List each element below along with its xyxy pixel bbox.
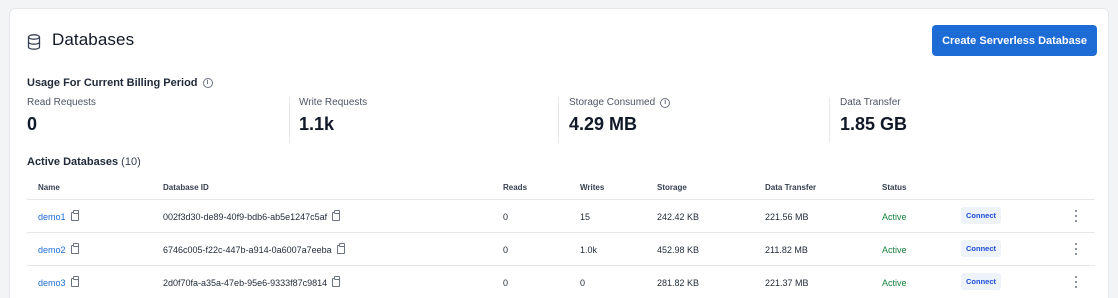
metric-value: 4.29 MB [569, 114, 638, 134]
active-databases-count: (10) [121, 156, 141, 168]
copy-icon[interactable] [70, 210, 79, 221]
page-title: Databases [52, 30, 135, 49]
status-badge: Active [882, 245, 907, 255]
storage-cell: 281.82 KB [657, 278, 700, 288]
storage-cell: 242.42 KB [657, 212, 700, 222]
metric-value: 1.1k [299, 114, 335, 134]
metric-storage-consumed: Storage Consumed i 4.29 MB [569, 97, 819, 143]
writes-cell: 1.0k [580, 245, 598, 255]
storage-cell: 452.98 KB [657, 245, 700, 255]
column-header-writes[interactable]: Writes [580, 183, 604, 192]
metric-label: Write Requests [299, 97, 368, 108]
data-transfer-cell: 221.56 MB [765, 212, 809, 222]
connect-button[interactable]: Connect [961, 207, 1001, 224]
table-row: demo3 2d0f70fa-a35a-47eb-95e6-9333f87c98… [27, 266, 1095, 298]
usage-section-title: Usage For Current Billing Period i [27, 77, 213, 89]
reads-cell: 0 [503, 278, 509, 288]
column-header-status[interactable]: Status [882, 183, 906, 192]
metric-divider [829, 97, 830, 143]
status-badge: Active [882, 212, 907, 222]
create-serverless-database-button[interactable]: Create Serverless Database [932, 25, 1097, 56]
table-header-row: Name Database ID Reads Writes Storage Da… [27, 179, 1095, 200]
active-databases-title-text: Active Databases [27, 156, 119, 168]
column-header-name[interactable]: Name [38, 183, 60, 192]
database-id: 2d0f70fa-a35a-47eb-95e6-9333f87c9814 [163, 278, 328, 288]
metric-value: 0 [27, 114, 38, 134]
writes-cell: 15 [580, 212, 591, 222]
databases-table: Name Database ID Reads Writes Storage Da… [27, 179, 1095, 298]
database-name-link[interactable]: demo2 [38, 245, 66, 255]
data-transfer-cell: 211.82 MB [765, 245, 808, 255]
reads-cell: 0 [503, 212, 509, 222]
metric-label: Data Transfer [840, 97, 901, 108]
copy-icon[interactable] [336, 243, 345, 254]
table-row: demo2 6746c005-f22c-447b-a914-0a6007a7ee… [27, 233, 1095, 266]
copy-icon[interactable] [70, 276, 79, 287]
copy-icon[interactable] [332, 210, 341, 221]
column-header-data-transfer[interactable]: Data Transfer [765, 183, 816, 192]
data-transfer-cell: 221.37 MB [765, 278, 809, 288]
metric-read-requests: Read Requests 0 [27, 97, 277, 143]
active-databases-title: Active Databases (10) [27, 156, 141, 168]
metric-divider [289, 97, 290, 143]
usage-title-text: Usage For Current Billing Period [27, 77, 198, 89]
databases-card: Databases Create Serverless Database Usa… [9, 8, 1109, 298]
info-icon[interactable]: i [202, 78, 213, 88]
metric-value: 1.85 GB [840, 114, 908, 134]
writes-cell: 0 [580, 278, 586, 288]
database-id-cell: 2d0f70fa-a35a-47eb-95e6-9333f87c9814 [163, 276, 341, 288]
database-id: 002f3d30-de89-40f9-bdb6-ab5e1247c5af [163, 212, 328, 222]
metric-label: Storage Consumed i [569, 97, 819, 108]
database-id: 6746c005-f22c-447b-a914-0a6007a7eeba [163, 245, 332, 255]
column-header-storage[interactable]: Storage [657, 183, 687, 192]
metric-divider [558, 97, 559, 143]
more-options-icon[interactable] [1073, 210, 1079, 222]
database-id-cell: 6746c005-f22c-447b-a914-0a6007a7eeba [163, 243, 345, 255]
metric-label-text: Storage Consumed [569, 97, 656, 108]
database-name-link[interactable]: demo1 [38, 212, 66, 222]
name-cell: demo3 [38, 276, 79, 288]
copy-icon[interactable] [70, 243, 79, 254]
more-options-icon[interactable] [1073, 276, 1079, 288]
card-header: Databases Create Serverless Database [10, 9, 1108, 71]
database-id-cell: 002f3d30-de89-40f9-bdb6-ab5e1247c5af [163, 210, 341, 222]
column-header-reads[interactable]: Reads [503, 183, 527, 192]
reads-cell: 0 [503, 245, 509, 255]
copy-icon[interactable] [332, 276, 341, 287]
status-badge: Active [882, 278, 907, 288]
column-header-database-id[interactable]: Database ID [163, 183, 209, 192]
name-cell: demo1 [38, 210, 79, 222]
metric-write-requests: Write Requests 1.1k [299, 97, 549, 143]
database-name-link[interactable]: demo3 [38, 278, 66, 288]
table-row: demo1 002f3d30-de89-40f9-bdb6-ab5e1247c5… [27, 200, 1095, 233]
metric-data-transfer: Data Transfer 1.85 GB [840, 97, 1090, 143]
info-icon[interactable]: i [660, 97, 671, 108]
database-icon [27, 34, 41, 50]
name-cell: demo2 [38, 243, 79, 255]
connect-button[interactable]: Connect [961, 273, 1001, 290]
connect-button[interactable]: Connect [961, 240, 1001, 257]
metric-label: Read Requests [27, 97, 96, 108]
more-options-icon[interactable] [1073, 243, 1079, 255]
